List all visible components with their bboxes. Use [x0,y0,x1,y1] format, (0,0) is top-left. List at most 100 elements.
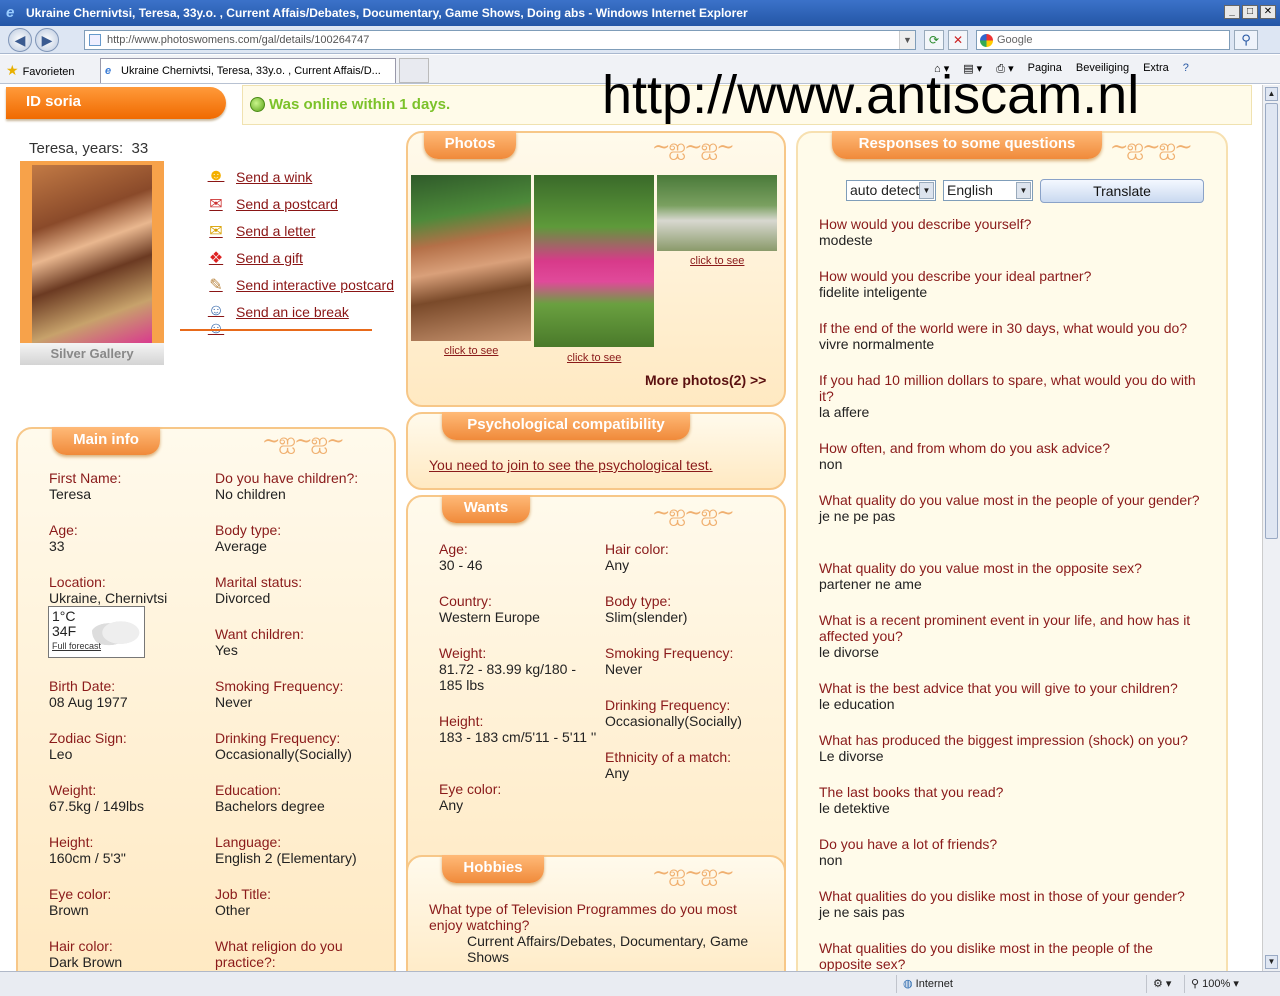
field-value: Yes [215,642,238,658]
field-label: Smoking Frequency: [605,645,734,661]
field-label: Birth Date: [49,678,116,694]
field-value: 30 - 46 [439,557,483,573]
maximize-button[interactable]: □ [1242,5,1258,19]
browser-tab[interactable]: e Ukraine Chernivtsi, Teresa, 33y.o. , Cu… [100,58,396,83]
refresh-button[interactable]: ⟳ [924,30,944,50]
search-button[interactable]: ⚲ [1234,30,1258,50]
scroll-down-icon[interactable]: ▼ [1265,955,1278,969]
favorites-button[interactable]: ★ Favorieten [6,62,75,79]
want-weight: Weight: 81.72 - 83.99 kg/180 - 185 lbs [439,645,595,693]
full-forecast-link[interactable]: Full forecast [52,639,101,654]
weather-widget[interactable]: 1°C 34F Full forecast [48,606,145,658]
contact-actions: ☻ Send a wink ✉ Send a postcard ✉ Send a le… [204,163,394,337]
help-icon[interactable]: ? [1183,62,1189,76]
field-label: What religion do you practice?: [215,938,343,970]
field-label: Smoking Frequency: [215,678,344,694]
close-button[interactable]: ✕ [1260,5,1276,19]
field-value: Leo [49,746,73,762]
profile-name-age: Teresa, years: 33 [29,140,149,157]
response-item: If the end of the world were in 30 days,… [819,320,1209,352]
response-answer: le divorse [819,644,879,660]
field-value: 160cm / 5'3" [49,850,126,866]
response-item: What qualities do you dislike most in th… [819,940,1209,971]
response-question: If you had 10 million dollars to spare, … [819,372,1196,404]
action-send-postcard[interactable]: ✉ Send a postcard [204,190,394,217]
field-value: Occasionally(Socially) [215,746,352,762]
photos-heading: Photos [424,131,516,159]
vertical-scrollbar[interactable]: ▲ ▼ [1262,85,1280,971]
psych-test-link[interactable]: You need to join to see the psychologica… [429,457,713,473]
field-label: Language: [215,834,282,850]
field-value: 67.5kg / 149lbs [49,798,144,814]
scroll-thumb[interactable] [1265,103,1278,539]
page-icon [89,34,101,46]
want-hair-color: Hair color: Any [605,541,775,573]
back-button[interactable]: ◀ [8,28,32,52]
profile-photo[interactable] [20,161,164,346]
info-want-children: Want children: Yes [215,626,304,658]
forward-button[interactable]: ▶ [35,28,59,52]
field-value: Other [215,902,251,918]
zoom-control[interactable]: ⚲ 100% ▾ [1184,975,1260,993]
response-question: The last books that you read? [819,784,1004,800]
postcard-icon: ✉ [209,195,223,213]
new-tab-button[interactable] [399,58,429,83]
field-label: Country: [439,593,492,609]
translate-button[interactable]: Translate [1040,179,1204,203]
field-label: Age: [49,522,78,538]
ornament-icon: ~ஐ~ஐ~ [262,429,345,454]
field-value: 33 [49,538,65,554]
field-value: Any [605,557,630,573]
chevron-down-icon: ▼ [1016,182,1031,199]
photo-thumbnail-1[interactable] [411,175,531,341]
scroll-up-icon[interactable]: ▲ [1265,87,1278,101]
action-send-gift[interactable]: ❖ Send a gift [204,244,394,271]
address-dropdown-icon[interactable]: ▼ [899,31,915,49]
info-zodiac: Zodiac Sign: Leo [49,730,127,762]
minimize-button[interactable]: _ [1224,5,1240,19]
response-item: How often, and from whom do you ask advi… [819,440,1209,472]
response-answer: la affere [819,404,870,420]
address-field[interactable]: http://www.photoswomens.com/gal/details/… [84,30,916,50]
stop-button[interactable]: ✕ [948,30,968,50]
field-value: Slim(slender) [605,609,688,625]
field-label: Eye color: [439,781,502,797]
hobby-tv: What type of Television Programmes do yo… [429,901,769,965]
search-placeholder: Google [997,34,1033,46]
info-age: Age: 33 [49,522,78,554]
info-marital-status: Marital status: Divorced [215,574,302,606]
gallery-badge: Silver Gallery [20,343,164,365]
field-value: Occasionally(Socially) [605,713,742,729]
response-item: What is the best advice that you will gi… [819,680,1209,712]
field-value: Never [215,694,253,710]
hobby-question: What type of Television Programmes do yo… [429,901,737,933]
field-label: Body type: [605,593,672,609]
action-send-ice-break[interactable]: ☺☺ Send an ice break [204,298,394,337]
status-bar: ◍ Internet ⚙ ▾ ⚲ 100% ▾ [0,971,1280,996]
action-send-wink[interactable]: ☻ Send a wink [204,163,394,190]
response-item: What qualities do you dislike most in th… [819,888,1209,920]
interactive-postcard-icon: ✎ [209,276,223,294]
more-photos-link[interactable]: More photos(2) >> [645,372,766,388]
search-field[interactable]: Google [976,30,1230,50]
photo-2-link[interactable]: click to see [567,352,621,364]
photo-1-link[interactable]: click to see [444,345,498,357]
protected-mode-icon[interactable]: ⚙ ▾ [1146,975,1182,993]
action-send-interactive-postcard[interactable]: ✎ Send interactive postcard [204,271,394,298]
field-label: Age: [439,541,468,557]
photo-thumbnail-2[interactable] [534,175,654,347]
tool-extra[interactable]: Extra [1143,62,1169,76]
target-language-select[interactable]: English ▼ [943,180,1033,201]
photo-thumbnail-3[interactable] [657,175,777,251]
field-label: Job Title: [215,886,272,902]
source-language-select[interactable]: auto detect ▼ [846,180,936,201]
source-language-value: auto detect [850,182,920,198]
response-question: What qualities do you dislike most in th… [819,888,1185,904]
field-value: Western Europe [439,609,540,625]
field-value: Dark Brown [49,954,123,970]
info-job-title: Job Title: Other [215,886,271,918]
photo-3-link[interactable]: click to see [690,255,744,267]
want-drinking: Drinking Frequency: Occasionally(Socially… [605,697,775,729]
response-item: Do you have a lot of friends? non [819,836,1209,868]
action-send-letter[interactable]: ✉ Send a letter [204,217,394,244]
